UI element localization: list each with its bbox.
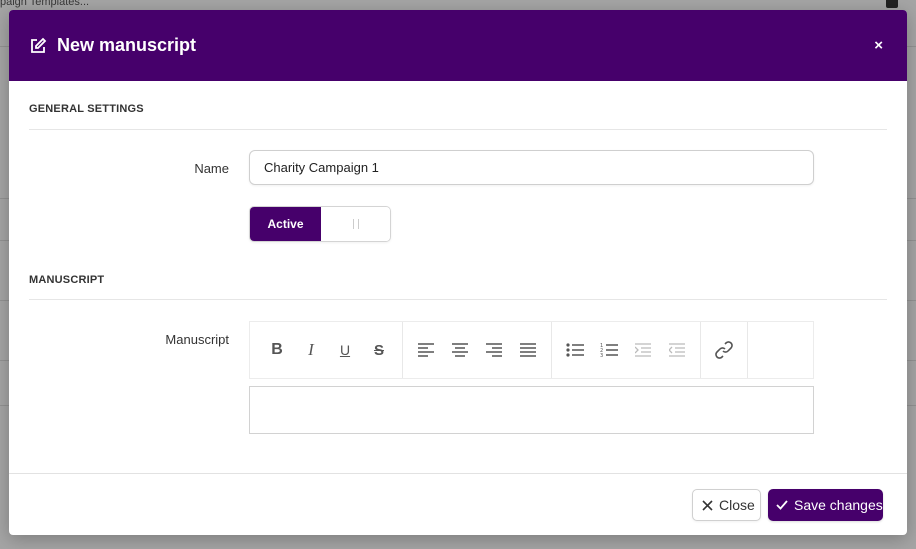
svg-text:3: 3 <box>600 353 603 358</box>
underline-button[interactable]: U <box>328 333 362 367</box>
text-format-group: B I U S <box>260 322 403 378</box>
align-center-icon <box>452 343 468 357</box>
manuscript-heading: MANUSCRIPT <box>29 274 105 286</box>
align-justify-icon <box>520 343 536 357</box>
outdent-button[interactable] <box>660 333 694 367</box>
align-left-button[interactable] <box>409 333 443 367</box>
modal-header: New manuscript × <box>9 10 907 81</box>
close-button-label: Close <box>719 497 755 513</box>
align-right-button[interactable] <box>477 333 511 367</box>
close-icon[interactable]: × <box>874 37 883 54</box>
bullet-list-icon <box>566 343 584 357</box>
numbered-list-icon: 123 <box>600 343 618 358</box>
align-right-icon <box>486 343 502 357</box>
link-button[interactable] <box>707 333 741 367</box>
edit-icon <box>29 37 47 55</box>
manuscript-label: Manuscript <box>165 332 229 347</box>
save-changes-button[interactable]: Save changes <box>768 489 883 521</box>
align-left-icon <box>418 343 434 357</box>
list-group: 123 <box>552 322 701 378</box>
alignment-group <box>403 322 552 378</box>
link-group <box>701 322 748 378</box>
align-center-button[interactable] <box>443 333 477 367</box>
outdent-icon <box>669 343 685 357</box>
save-button-label: Save changes <box>794 497 883 513</box>
manuscript-editor[interactable] <box>249 386 814 434</box>
link-icon <box>715 341 733 359</box>
check-icon <box>776 500 788 510</box>
italic-button[interactable]: I <box>294 333 328 367</box>
editor-toolbar: B I U S 123 <box>249 321 814 379</box>
grip-icon <box>352 219 359 229</box>
footer-divider <box>9 473 907 474</box>
bold-button[interactable]: B <box>260 333 294 367</box>
active-toggle[interactable]: Active <box>249 206 391 242</box>
close-button[interactable]: Close <box>692 489 761 521</box>
align-justify-button[interactable] <box>511 333 545 367</box>
name-input[interactable] <box>249 150 814 185</box>
close-icon <box>702 499 713 511</box>
section-divider <box>29 129 887 130</box>
name-label: Name <box>194 161 229 176</box>
indent-icon <box>635 343 651 357</box>
modal-title: New manuscript <box>57 35 197 55</box>
numbered-list-button[interactable]: 123 <box>592 333 626 367</box>
toggle-active-label: Active <box>250 207 321 241</box>
indent-button[interactable] <box>626 333 660 367</box>
bullet-list-button[interactable] <box>558 333 592 367</box>
toggle-handle[interactable] <box>321 207 390 241</box>
section-divider <box>29 299 887 300</box>
new-manuscript-modal: New manuscript × GENERAL SETTINGS Name A… <box>9 10 907 535</box>
general-settings-heading: GENERAL SETTINGS <box>29 103 144 115</box>
strikethrough-button[interactable]: S <box>362 333 396 367</box>
